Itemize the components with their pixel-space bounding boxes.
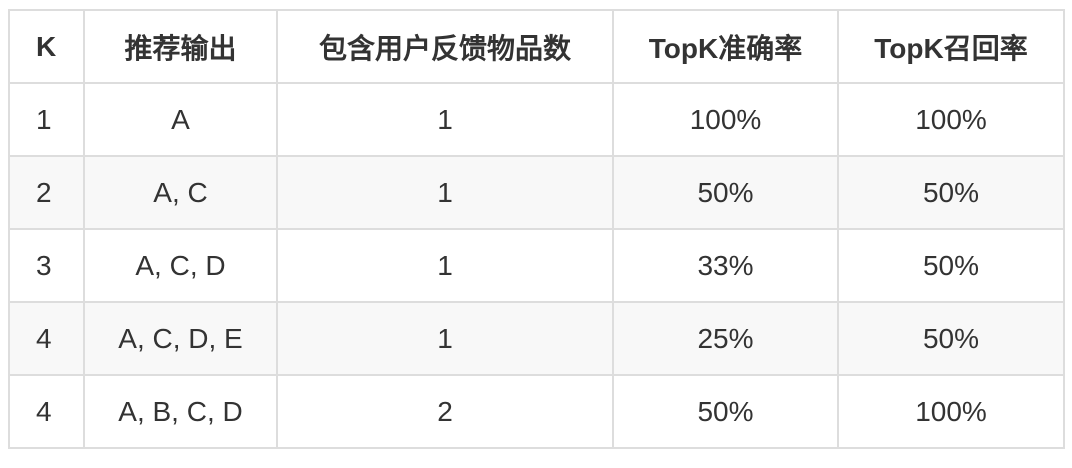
cell-recommend-output: A, C, D: [83, 228, 278, 303]
table-row: 3 A, C, D 1 33% 50%: [8, 228, 1065, 303]
cell-recommend-output: A, B, C, D: [83, 374, 278, 449]
header-topk-precision: TopK准确率: [612, 9, 839, 84]
cell-topk-recall: 50%: [837, 228, 1065, 303]
cell-topk-recall: 100%: [837, 374, 1065, 449]
cell-topk-precision: 33%: [612, 228, 839, 303]
cell-topk-precision: 50%: [612, 155, 839, 230]
cell-topk-recall: 100%: [837, 82, 1065, 157]
cell-feedback-item-count: 2: [276, 374, 614, 449]
table-row: 2 A, C 1 50% 50%: [8, 155, 1065, 230]
cell-feedback-item-count: 1: [276, 82, 614, 157]
cell-recommend-output: A, C, D, E: [83, 301, 278, 376]
topk-metrics-table: K 推荐输出 包含用户反馈物品数 TopK准确率 TopK召回率 1 A 1 1…: [8, 9, 1065, 449]
cell-k: 2: [8, 155, 85, 230]
cell-topk-precision: 100%: [612, 82, 839, 157]
topk-metrics-table-container: K 推荐输出 包含用户反馈物品数 TopK准确率 TopK召回率 1 A 1 1…: [8, 9, 1065, 449]
table-body: 1 A 1 100% 100% 2 A, C 1 50% 50% 3 A, C,…: [8, 82, 1065, 449]
cell-topk-recall: 50%: [837, 301, 1065, 376]
cell-recommend-output: A, C: [83, 155, 278, 230]
header-topk-recall: TopK召回率: [837, 9, 1065, 84]
cell-topk-recall: 50%: [837, 155, 1065, 230]
table-row: 1 A 1 100% 100%: [8, 82, 1065, 157]
cell-recommend-output: A: [83, 82, 278, 157]
cell-k: 4: [8, 374, 85, 449]
header-recommend-output: 推荐输出: [83, 9, 278, 84]
cell-k: 1: [8, 82, 85, 157]
cell-topk-precision: 50%: [612, 374, 839, 449]
cell-k: 3: [8, 228, 85, 303]
cell-feedback-item-count: 1: [276, 228, 614, 303]
table-row: 4 A, B, C, D 2 50% 100%: [8, 374, 1065, 449]
header-row: K 推荐输出 包含用户反馈物品数 TopK准确率 TopK召回率: [8, 9, 1065, 84]
table-row: 4 A, C, D, E 1 25% 50%: [8, 301, 1065, 376]
table-header: K 推荐输出 包含用户反馈物品数 TopK准确率 TopK召回率: [8, 9, 1065, 84]
header-feedback-item-count: 包含用户反馈物品数: [276, 9, 614, 84]
cell-feedback-item-count: 1: [276, 155, 614, 230]
cell-feedback-item-count: 1: [276, 301, 614, 376]
cell-k: 4: [8, 301, 85, 376]
cell-topk-precision: 25%: [612, 301, 839, 376]
header-k: K: [8, 9, 85, 84]
